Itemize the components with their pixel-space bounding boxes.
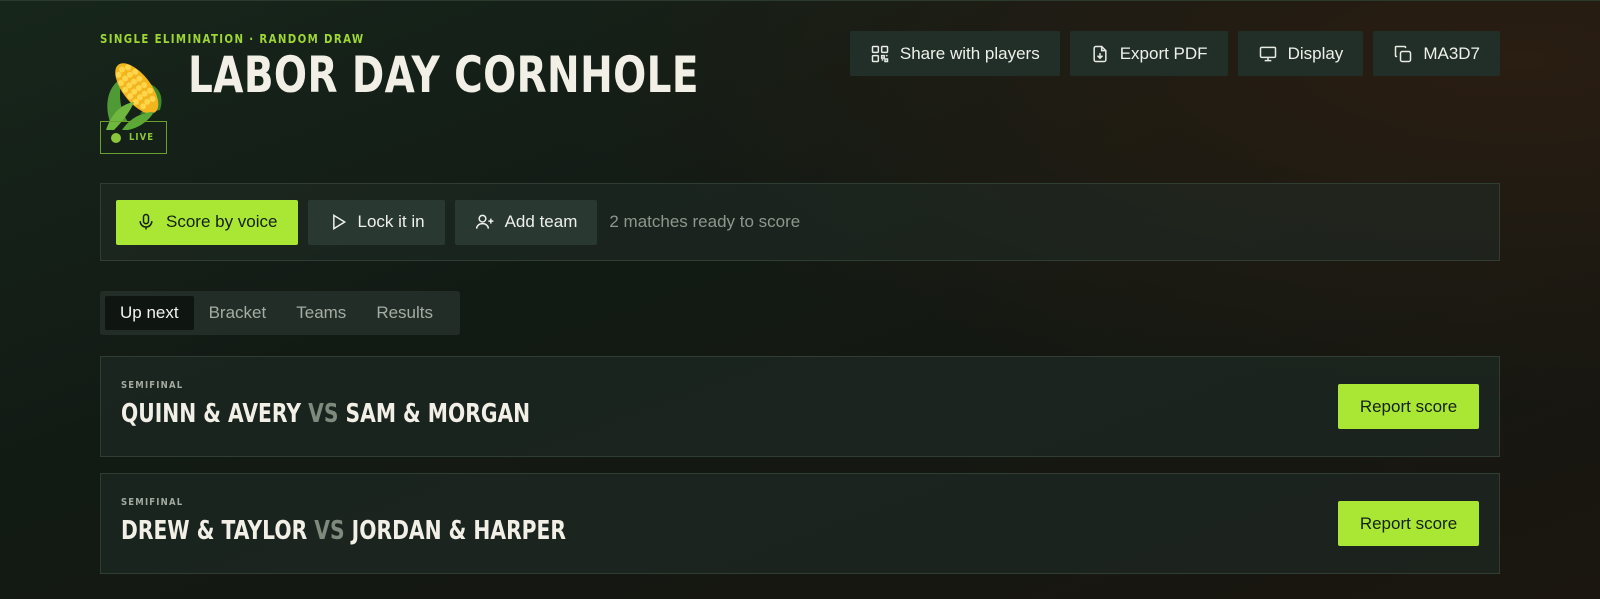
add-team-button[interactable]: Add team <box>454 199 598 245</box>
monitor-icon <box>1259 46 1276 61</box>
microphone-icon <box>139 213 153 230</box>
match-card: SEMIFINAL DREW & TAYLOR VS JORDAN & HARP… <box>100 473 1500 574</box>
top-divider <box>0 0 1600 1</box>
display-label: Display <box>1287 43 1344 63</box>
tab-results[interactable]: Results <box>361 296 448 330</box>
match-card: SEMIFINAL QUINN & AVERY VS SAM & MORGAN … <box>100 356 1500 457</box>
page-title: LABOR DAY CORNHOLE <box>188 46 699 104</box>
match-teams: QUINN & AVERY VS SAM & MORGAN <box>121 399 530 429</box>
matches-ready-text: 2 matches ready to score <box>609 212 801 231</box>
copy-icon <box>1395 45 1412 62</box>
team-b-name: JORDAN & HARPER <box>351 516 567 546</box>
versus-label: VS <box>314 516 345 546</box>
score-by-voice-button[interactable]: Score by voice <box>116 199 298 245</box>
report-score-button[interactable]: Report score <box>1338 384 1479 429</box>
add-team-label: Add team <box>504 212 578 231</box>
tab-teams[interactable]: Teams <box>281 296 361 330</box>
lock-it-in-button[interactable]: Lock it in <box>307 199 445 245</box>
tournament-format: SINGLE ELIMINATION · RANDOM DRAW <box>100 32 365 46</box>
play-icon <box>332 213 346 231</box>
lock-it-in-label: Lock it in <box>357 212 425 231</box>
team-a-name: QUINN & AVERY <box>121 399 302 429</box>
file-download-icon <box>1093 45 1107 62</box>
copy-code-button[interactable]: MA3D7 <box>1373 31 1500 76</box>
corn-icon <box>106 63 162 130</box>
user-plus-icon <box>475 214 493 229</box>
match-round: SEMIFINAL <box>121 497 184 508</box>
scoring-toolbar: Score by voice Lock it in Add team 2 mat… <box>100 183 1500 261</box>
score-by-voice-label: Score by voice <box>166 212 278 231</box>
qr-code-icon <box>871 45 889 62</box>
versus-label: VS <box>308 399 339 429</box>
tab-up-next[interactable]: Up next <box>105 296 194 330</box>
tab-bracket[interactable]: Bracket <box>194 296 282 330</box>
match-round: SEMIFINAL <box>121 380 184 391</box>
view-tabs: Up next Bracket Teams Results <box>100 291 460 335</box>
display-button[interactable]: Display <box>1237 31 1364 76</box>
export-pdf-button[interactable]: Export PDF <box>1069 31 1228 76</box>
header-actions: Share with players Export PDF Display MA… <box>849 31 1500 76</box>
tournament-code: MA3D7 <box>1423 43 1480 63</box>
share-with-players-button[interactable]: Share with players <box>849 31 1060 76</box>
match-teams: DREW & TAYLOR VS JORDAN & HARPER <box>121 516 566 546</box>
live-status-badge: LIVE <box>100 121 167 154</box>
export-pdf-label: Export PDF <box>1119 43 1208 63</box>
live-dot-icon <box>111 132 121 143</box>
share-with-players-label: Share with players <box>899 43 1040 63</box>
team-b-name: SAM & MORGAN <box>345 399 531 429</box>
live-status-label: LIVE <box>129 132 155 143</box>
report-score-button[interactable]: Report score <box>1338 501 1479 546</box>
team-a-name: DREW & TAYLOR <box>121 516 308 546</box>
